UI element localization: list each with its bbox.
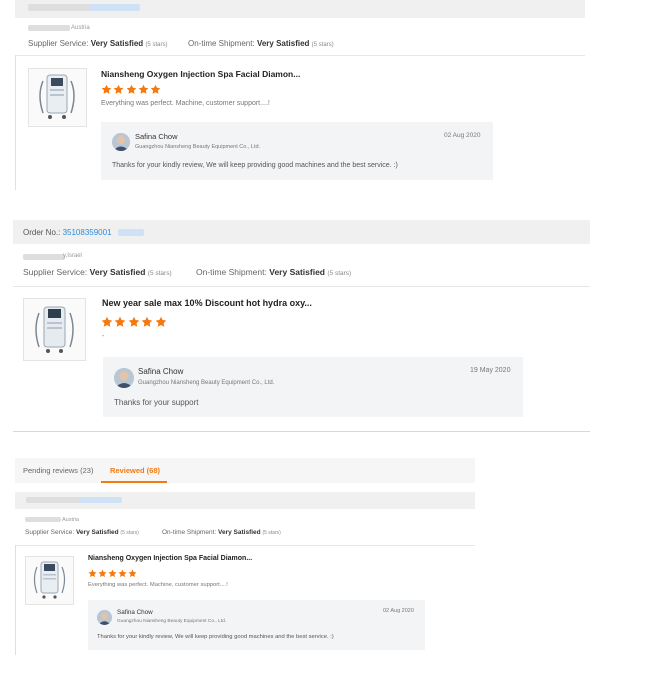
supplier-service-rating: Supplier Service: Very Satisfied (5 star… — [23, 267, 172, 277]
star-icon — [114, 84, 124, 94]
reply-author: Safina Chow — [138, 367, 184, 376]
reply-date: 19 May 2020 — [470, 367, 511, 374]
reply-company: Guangzhou Niansheng Beauty Equipment Co.… — [117, 619, 227, 624]
product-image[interactable] — [25, 556, 74, 605]
beauty-machine-icon — [35, 306, 74, 353]
avatar — [97, 610, 112, 625]
avatar — [114, 368, 134, 388]
supplier-reply: Safina Chow Guangzhou Niansheng Beauty E… — [101, 122, 493, 180]
reply-date: 02 Aug 2020 — [444, 132, 481, 139]
buyer-country: Austria — [71, 25, 90, 31]
star-icon — [155, 316, 166, 327]
product-title[interactable]: Niansheng Oxygen Injection Spa Facial Di… — [101, 69, 300, 79]
reply-date: 02 Aug 2020 — [383, 608, 414, 614]
ontime-shipment-rating: On-time Shipment: Very Satisfied (5 star… — [162, 529, 281, 536]
person-avatar-icon — [114, 368, 134, 388]
order-number: Order No.: 35108359001 — [23, 228, 112, 237]
buyer-country: y,Israel — [63, 253, 82, 259]
review-text: Everything was perfect. Machine, custome… — [101, 100, 270, 107]
tab-pending-reviews[interactable]: Pending reviews (23) — [23, 466, 93, 475]
reply-text: Thanks for your kindly review, We will k… — [112, 162, 398, 169]
rating-stars — [101, 84, 163, 95]
reply-text: Thanks for your support — [114, 398, 199, 407]
product-image[interactable] — [28, 68, 87, 127]
rating-stars — [88, 569, 138, 578]
product-title[interactable]: New year sale max 10% Discount hot hydra… — [102, 298, 312, 308]
star-icon — [128, 569, 137, 578]
star-icon — [101, 316, 113, 327]
supplier-reply: Safina Chow Guangzhou Niansheng Beauty E… — [88, 600, 425, 650]
star-icon — [142, 316, 153, 327]
beauty-machine-icon — [33, 561, 66, 599]
star-icon — [150, 84, 161, 94]
reply-author: Safina Chow — [117, 609, 153, 616]
card-left-border — [15, 545, 16, 655]
buyer-name-redacted — [28, 25, 70, 31]
divider — [15, 545, 475, 546]
star-icon — [126, 84, 136, 94]
buyer-name-redacted — [23, 254, 65, 260]
order-link-redacted[interactable] — [90, 4, 140, 11]
reply-company: Guangzhou Niansheng Beauty Equipment Co.… — [138, 380, 275, 386]
buyer-name-redacted — [25, 517, 61, 522]
reply-company: Guangzhou Niansheng Beauty Equipment Co.… — [135, 144, 261, 150]
star-icon — [128, 316, 140, 327]
tab-active-indicator — [101, 481, 167, 483]
star-icon — [101, 84, 112, 94]
order-number-redacted — [118, 229, 144, 236]
card-left-border — [15, 55, 16, 190]
reply-author: Safina Chow — [135, 132, 178, 141]
ontime-shipment-rating: On-time Shipment: Very Satisfied (5 star… — [188, 39, 334, 48]
person-avatar-icon — [97, 610, 112, 625]
order-link-redacted[interactable] — [80, 497, 122, 503]
beauty-machine-icon — [39, 74, 75, 119]
star-icon — [88, 569, 97, 578]
supplier-service-rating: Supplier Service: Very Satisfied (5 star… — [25, 529, 139, 536]
buyer-country: Austria — [62, 517, 80, 523]
divider — [13, 286, 590, 287]
supplier-service-rating: Supplier Service: Very Satisfied (5 star… — [28, 39, 168, 48]
avatar — [112, 133, 130, 151]
order-number-link[interactable]: 35108359001 — [63, 228, 112, 237]
review-text: - — [102, 333, 105, 340]
reply-text: Thanks for your kindly review, We will k… — [97, 634, 334, 640]
star-icon — [108, 569, 117, 578]
star-icon — [98, 569, 107, 578]
star-icon — [118, 569, 127, 578]
divider — [15, 55, 585, 56]
review-text: Everything was perfect. Machine, custome… — [88, 582, 228, 588]
star-icon — [115, 316, 126, 327]
review-tabs: Pending reviews (23) Reviewed (68) — [15, 458, 475, 483]
card-bottom-border — [13, 431, 590, 432]
product-title[interactable]: Niansheng Oxygen Injection Spa Facial Di… — [88, 555, 252, 562]
tab-reviewed[interactable]: Reviewed (68) — [110, 466, 160, 475]
rating-stars — [101, 316, 168, 328]
person-avatar-icon — [112, 133, 130, 151]
product-image[interactable] — [23, 298, 86, 361]
star-icon — [138, 84, 149, 94]
ontime-shipment-rating: On-time Shipment: Very Satisfied (5 star… — [196, 267, 352, 277]
supplier-reply: Safina Chow Guangzhou Niansheng Beauty E… — [103, 357, 523, 417]
